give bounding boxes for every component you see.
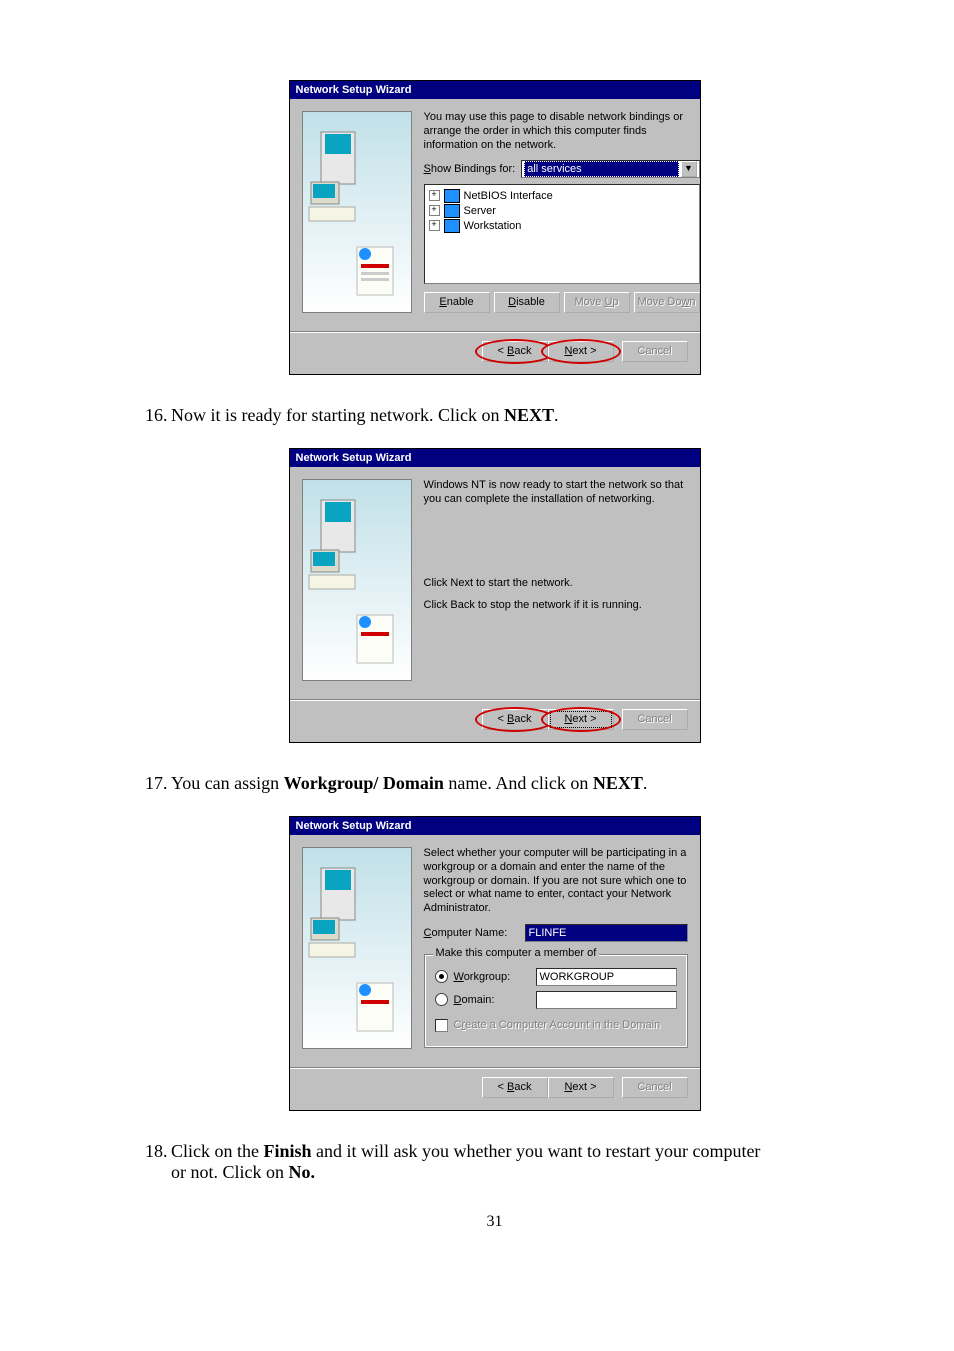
group-legend: Make this computer a member of (433, 947, 600, 959)
tree-item[interactable]: + Server (429, 203, 695, 218)
bindings-tree[interactable]: + NetBIOS Interface + Server + Workstati… (424, 184, 700, 284)
expand-icon[interactable]: + (429, 205, 440, 216)
member-of-group: Make this computer a member of Workgroup… (424, 954, 688, 1048)
workgroup-label: Workgroup: (454, 971, 530, 983)
tree-item-label: Server (464, 205, 496, 217)
network-node-icon (444, 189, 460, 203)
bindings-intro-text: You may use this page to disable network… (424, 111, 700, 152)
computer-name-input[interactable]: FLINFE (525, 924, 688, 942)
network-node-icon (444, 219, 460, 233)
back-button[interactable]: < Back (482, 341, 548, 362)
move-up-button: Move Up (564, 292, 630, 313)
step-16-text: 16.Now it is ready for starting network.… (145, 405, 844, 426)
tree-item-label: Workstation (464, 220, 522, 232)
click-next-text: Click Next to start the network. (424, 577, 688, 591)
cancel-button: Cancel (622, 709, 688, 730)
expand-icon[interactable]: + (429, 220, 440, 231)
workgroup-intro-text: Select whether your computer will be par… (424, 847, 688, 916)
disable-button[interactable]: Disable (494, 292, 560, 313)
wizard-start-network-dialog: Network Setup Wizard Windows NT is now r… (289, 448, 701, 743)
back-button[interactable]: < Back (482, 1077, 548, 1098)
domain-radio[interactable] (435, 993, 448, 1006)
step-17-text: 17.You can assign Workgroup/ Domain name… (145, 773, 844, 794)
wizard-bindings-dialog: Network Setup Wizard You may use this (289, 80, 701, 375)
show-bindings-value: all services (524, 161, 678, 177)
page-number: 31 (145, 1213, 844, 1231)
cancel-button: Cancel (622, 1077, 688, 1098)
show-bindings-combo[interactable]: all services ▼ (521, 160, 699, 178)
dialog-title: Network Setup Wizard (290, 817, 700, 835)
expand-icon[interactable]: + (429, 190, 440, 201)
cancel-button: Cancel (622, 341, 688, 362)
wizard-illustration (302, 479, 412, 681)
dialog-title: Network Setup Wizard (290, 449, 700, 467)
tree-item[interactable]: + NetBIOS Interface (429, 188, 695, 203)
back-button[interactable]: < Back (482, 709, 548, 730)
domain-label: Domain: (454, 994, 530, 1006)
workgroup-input[interactable]: WORKGROUP (536, 968, 677, 986)
computer-name-label: Computer Name: (424, 927, 519, 939)
tree-item-label: NetBIOS Interface (464, 190, 553, 202)
show-bindings-label: Show Bindings for: (424, 163, 516, 175)
create-account-label: Create a Computer Account in the Domain (454, 1019, 661, 1031)
next-button[interactable]: Next > (548, 1077, 614, 1098)
move-down-button: Move Down (634, 292, 700, 313)
start-network-intro-text: Windows NT is now ready to start the net… (424, 479, 688, 569)
enable-button[interactable]: Enable (424, 292, 490, 313)
workgroup-radio[interactable] (435, 970, 448, 983)
chevron-down-icon[interactable]: ▼ (681, 161, 697, 177)
next-button[interactable]: Next > (548, 341, 614, 362)
click-back-text: Click Back to stop the network if it is … (424, 599, 688, 613)
wizard-illustration (302, 111, 412, 313)
network-node-icon (444, 204, 460, 218)
create-account-checkbox (435, 1019, 448, 1032)
tree-item[interactable]: + Workstation (429, 218, 695, 233)
next-button[interactable]: Next > (548, 709, 614, 730)
domain-input[interactable] (536, 991, 677, 1009)
wizard-workgroup-dialog: Network Setup Wizard Select whether your… (289, 816, 701, 1111)
step-18-text: 18.Click on the Finish and it will ask y… (145, 1141, 844, 1183)
dialog-title: Network Setup Wizard (290, 81, 700, 99)
wizard-illustration (302, 847, 412, 1049)
